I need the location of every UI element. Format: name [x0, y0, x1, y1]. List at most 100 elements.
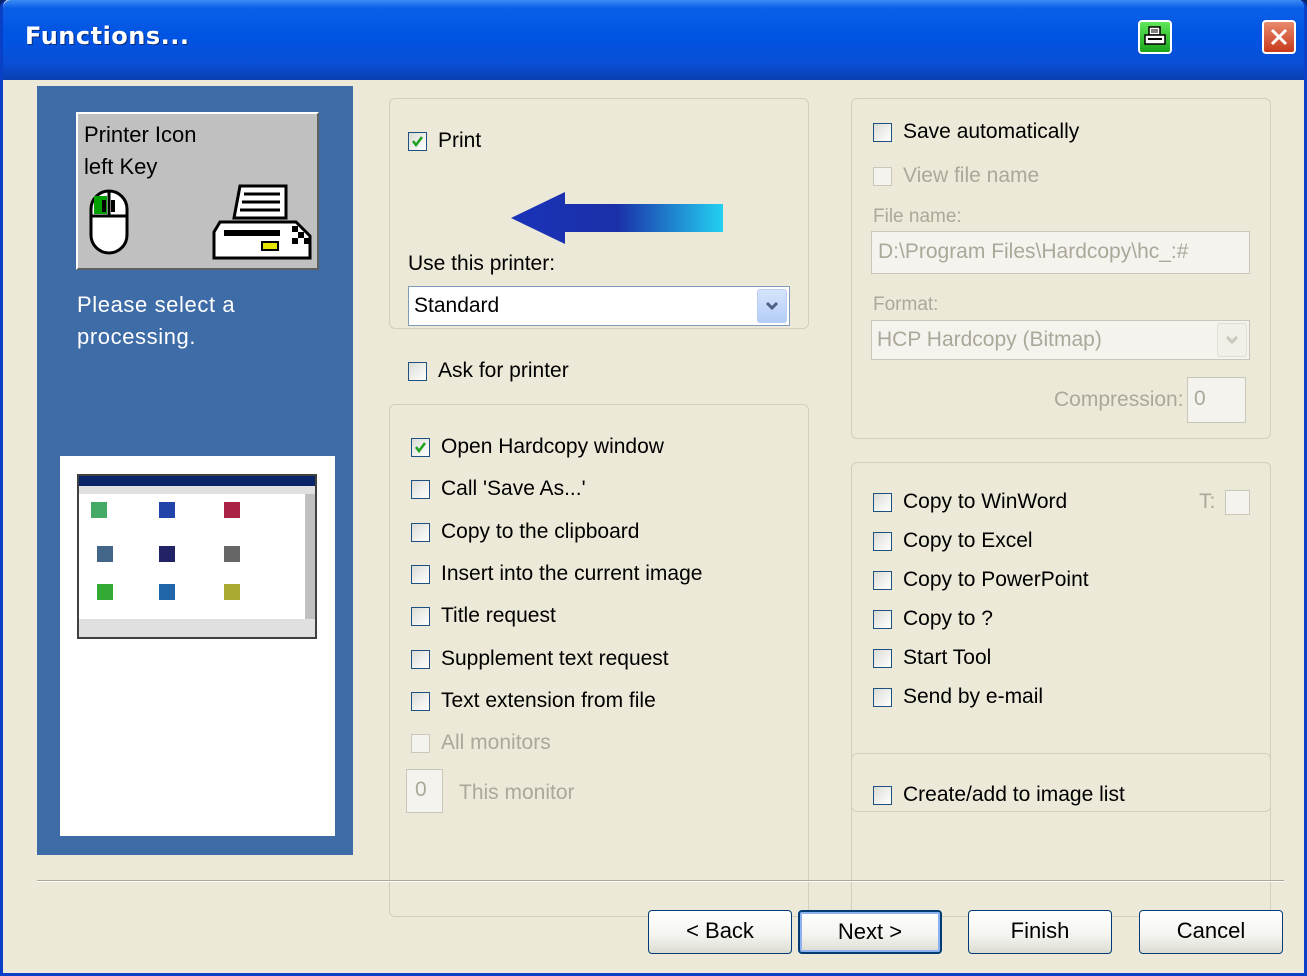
option-label: All monitors [441, 731, 551, 754]
copy-box[interactable] [873, 687, 892, 707]
image-list-checkbox[interactable]: Create/add to image list [873, 783, 1125, 807]
monitor-number-field: 0 [406, 769, 443, 813]
printer-select[interactable]: Standard [408, 286, 790, 326]
copy-excel-checkbox[interactable]: Copy to Excel [873, 529, 1033, 553]
box-line-1: Printer Icon [84, 122, 197, 147]
copy-label: Copy to WinWord [903, 490, 1068, 513]
option-box[interactable] [411, 479, 430, 499]
t-checkbox [1225, 490, 1250, 515]
copy-label: Copy to PowerPoint [903, 568, 1089, 591]
format-select: HCP Hardcopy (Bitmap) [871, 320, 1250, 360]
start-tool-checkbox[interactable]: Start Tool [873, 646, 991, 670]
option-open-hardcopy[interactable]: Open Hardcopy window [411, 435, 664, 459]
image-list-box[interactable] [873, 785, 892, 805]
ask-printer-checkbox[interactable]: Ask for printer [408, 359, 569, 383]
copy-winword-checkbox[interactable]: Copy to WinWord [873, 490, 1067, 514]
option-box [411, 733, 430, 753]
chevron-down-icon [1217, 323, 1247, 357]
mouse-icon [89, 189, 129, 255]
format-label: Format: [873, 294, 939, 315]
option-label: Insert into the current image [441, 562, 703, 585]
copy-box[interactable] [873, 570, 892, 590]
finish-button[interactable]: Finish [968, 910, 1112, 954]
option-label: Copy to the clipboard [441, 520, 640, 543]
copy-label: Start Tool [903, 646, 992, 669]
print-checkbox[interactable]: Print [408, 129, 481, 153]
option-title-request[interactable]: Title request [411, 604, 556, 628]
option-save-as[interactable]: Call 'Save As...' [411, 477, 586, 501]
copy-box[interactable] [873, 492, 892, 512]
option-clipboard[interactable]: Copy to the clipboard [411, 520, 639, 544]
use-printer-label: Use this printer: [408, 252, 556, 275]
copy-box[interactable] [873, 648, 892, 668]
copy-to-other-checkbox[interactable]: Copy to ? [873, 607, 993, 631]
option-label: Text extension from file [441, 689, 656, 712]
image-list-group [851, 753, 1271, 917]
view-file-name-checkbox: View file name [873, 164, 1039, 188]
cancel-button[interactable]: Cancel [1139, 910, 1283, 954]
preview-thumbnail [77, 474, 317, 639]
printer-icon[interactable] [1138, 20, 1172, 54]
chevron-down-icon[interactable] [757, 289, 787, 323]
printer-icon [212, 184, 312, 260]
close-icon [1270, 28, 1288, 46]
file-name-input: D:\Program Files\Hardcopy\hc_:# [871, 231, 1250, 274]
hint-line-1: Please select a [77, 292, 236, 317]
close-button[interactable] [1262, 20, 1296, 54]
printer-select-value: Standard [414, 294, 500, 317]
hint-line-2: processing. [77, 324, 197, 349]
this-monitor-label: This monitor [459, 781, 575, 804]
option-label: Open Hardcopy window [441, 435, 664, 458]
image-list-label: Create/add to image list [903, 783, 1125, 806]
option-label: Call 'Save As...' [441, 477, 586, 500]
dialog-body: Printer Icon left Key Please select a pr… [3, 80, 1304, 973]
printer-icon-box: Printer Icon left Key [76, 112, 319, 270]
option-text-extension[interactable]: Text extension from file [411, 689, 656, 713]
copy-label: Copy to ? [903, 607, 993, 630]
title-bar[interactable]: Functions... [3, 0, 1304, 80]
file-name-value: D:\Program Files\Hardcopy\hc_:# [878, 240, 1189, 263]
ask-printer-label: Ask for printer [438, 359, 569, 382]
ask-printer-box[interactable] [408, 361, 427, 381]
option-box[interactable] [411, 649, 430, 669]
option-box[interactable] [411, 564, 430, 584]
copy-box[interactable] [873, 531, 892, 551]
monitor-number-value: 0 [415, 778, 427, 801]
option-all-monitors: All monitors [411, 731, 551, 755]
print-label: Print [438, 129, 482, 152]
option-box[interactable] [411, 691, 430, 711]
view-file-name-box [873, 166, 892, 186]
copy-powerpoint-checkbox[interactable]: Copy to PowerPoint [873, 568, 1089, 592]
option-box[interactable] [411, 522, 430, 542]
format-select-value: HCP Hardcopy (Bitmap) [877, 328, 1102, 351]
separator [37, 880, 1284, 882]
compression-value: 0 [1194, 387, 1206, 410]
next-button[interactable]: Next > [798, 910, 942, 954]
t-label: T: [1199, 490, 1216, 513]
save-automatically-checkbox[interactable]: Save automatically [873, 120, 1079, 144]
option-box[interactable] [411, 606, 430, 626]
option-supplement-text[interactable]: Supplement text request [411, 647, 669, 671]
functions-dialog: Functions... Printer Icon left Key Pleas… [0, 0, 1307, 976]
back-button[interactable]: < Back [648, 910, 792, 954]
info-panel: Printer Icon left Key Please select a pr… [37, 86, 353, 855]
copy-box[interactable] [873, 609, 892, 629]
box-line-2: left Key [84, 154, 158, 179]
save-automatically-box[interactable] [873, 122, 892, 142]
option-open-hardcopy-box[interactable] [411, 437, 430, 457]
window-title: Functions... [25, 22, 190, 50]
copy-label: Send by e-mail [903, 685, 1044, 708]
compression-label: Compression: [1054, 388, 1184, 411]
copy-label: Copy to Excel [903, 529, 1033, 552]
option-label: Title request [441, 604, 556, 627]
print-checkbox-box[interactable] [408, 131, 427, 151]
view-file-name-label: View file name [903, 164, 1040, 187]
file-name-label: File name: [873, 206, 962, 227]
arrow-icon [511, 192, 723, 244]
preview-area [60, 456, 335, 836]
compression-input: 0 [1187, 377, 1246, 423]
save-automatically-label: Save automatically [903, 120, 1080, 143]
option-insert-image[interactable]: Insert into the current image [411, 562, 702, 586]
send-email-checkbox[interactable]: Send by e-mail [873, 685, 1043, 709]
option-label: Supplement text request [441, 647, 669, 670]
